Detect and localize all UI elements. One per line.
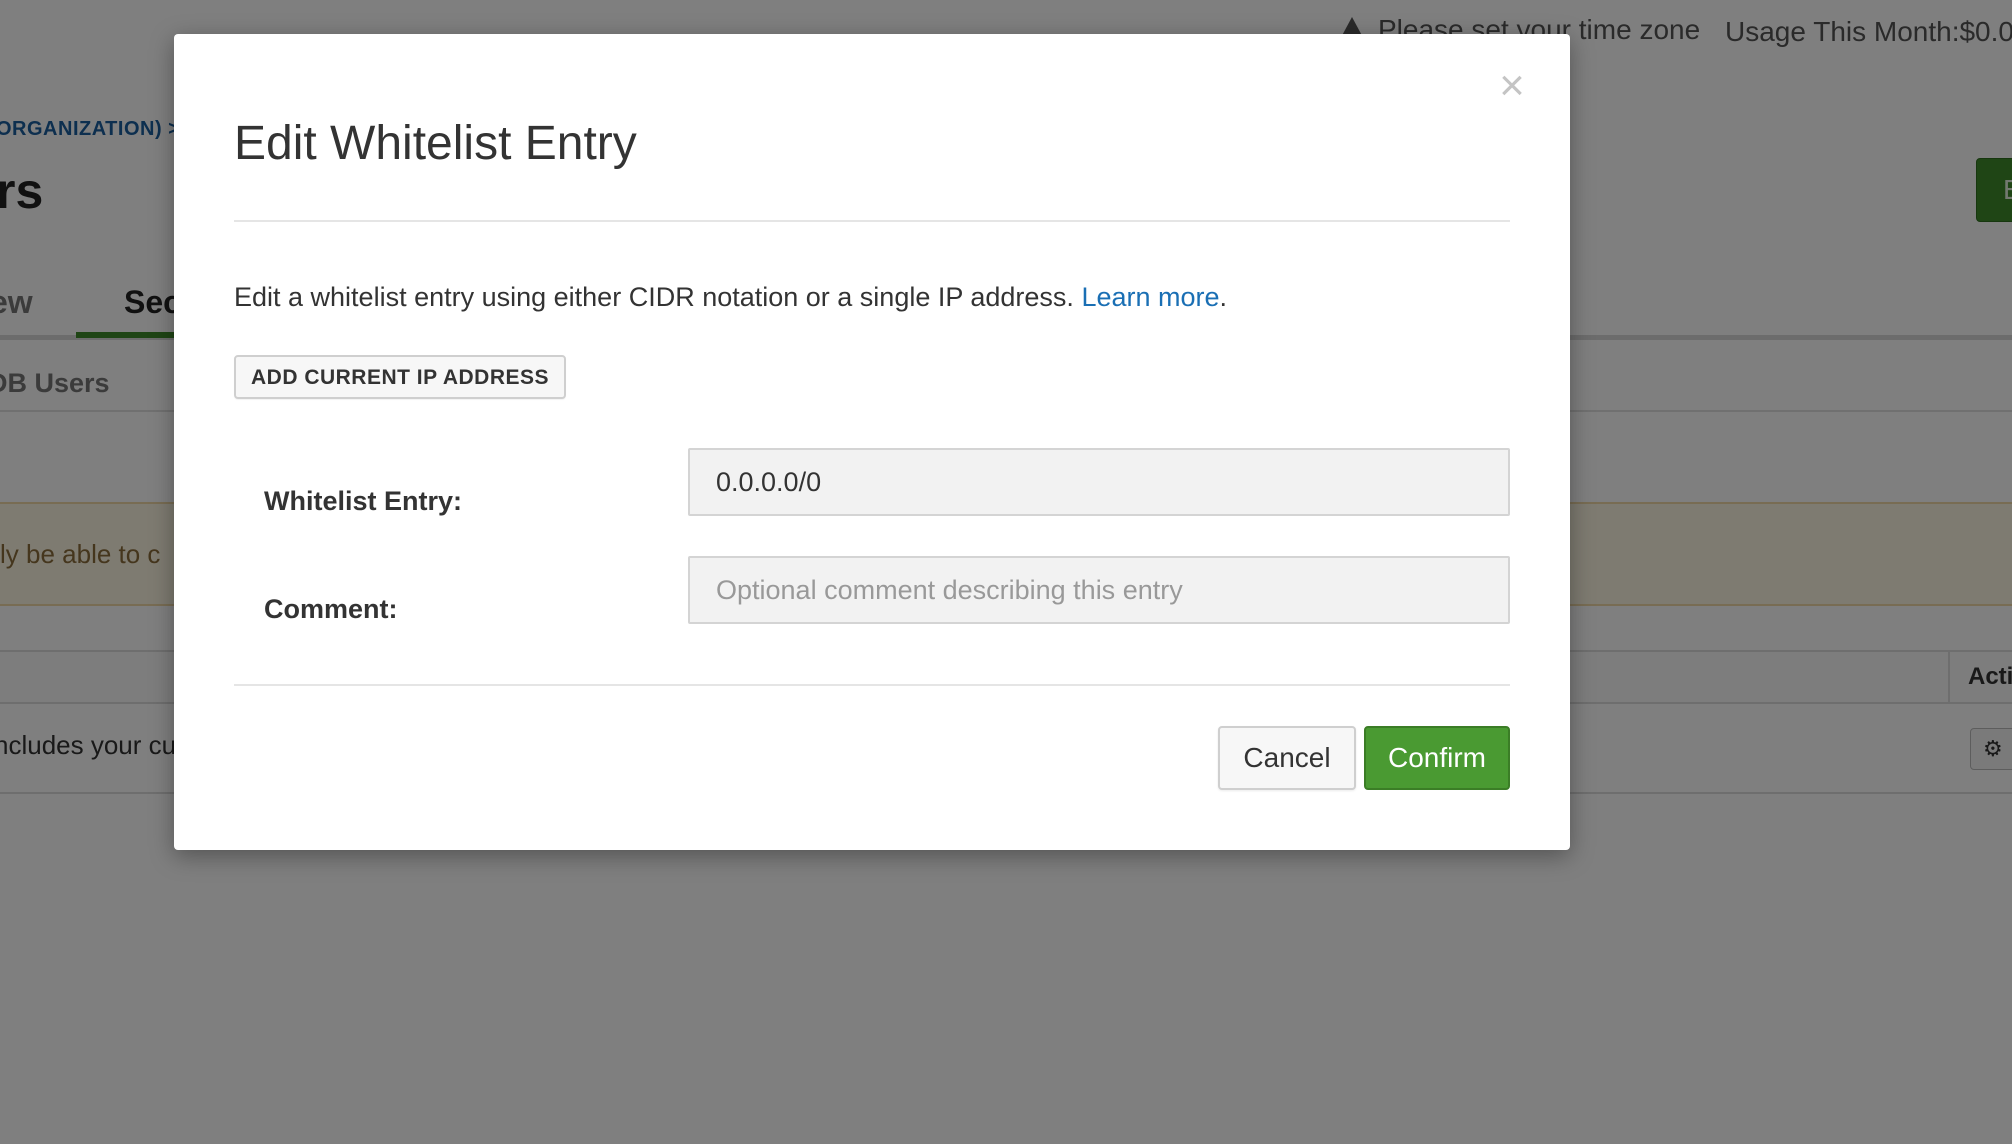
add-current-ip-button[interactable]: ADD CURRENT IP ADDRESS (234, 355, 566, 399)
divider (234, 684, 1510, 686)
modal-title: Edit Whitelist Entry (234, 117, 637, 170)
comment-label: Comment: (264, 594, 398, 624)
whitelist-entry-input[interactable] (688, 448, 1510, 516)
cancel-button[interactable]: Cancel (1218, 726, 1356, 790)
learn-more-link[interactable]: Learn more (1081, 282, 1219, 312)
description-text: Edit a whitelist entry using either CIDR… (234, 282, 1074, 312)
description-period: . (1219, 282, 1228, 312)
modal-description: Edit a whitelist entry using either CIDR… (234, 282, 1227, 313)
comment-input[interactable] (688, 556, 1510, 624)
edit-whitelist-modal: × Edit Whitelist Entry Edit a whitelist … (174, 34, 1570, 850)
confirm-button[interactable]: Confirm (1364, 726, 1510, 790)
divider (234, 220, 1510, 222)
close-icon[interactable]: × (1492, 64, 1532, 108)
whitelist-entry-label: Whitelist Entry: (264, 486, 463, 516)
